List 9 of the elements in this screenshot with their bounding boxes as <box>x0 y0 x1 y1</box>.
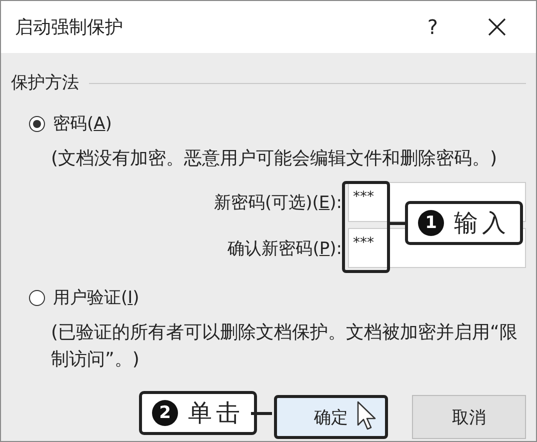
callout-text: 单击 <box>188 398 244 429</box>
step-number-badge: 2 <box>152 400 178 426</box>
window-title: 启动强制保护 <box>15 16 124 39</box>
field-label: 确认新密码(P): <box>228 238 342 260</box>
step-number-badge: 1 <box>418 210 444 236</box>
field-label: 新密码(可选)(E): <box>214 192 342 214</box>
section-title: 保护方法 <box>11 72 79 94</box>
description-text: (文档没有加密。恶意用户可能会编辑文件和删除密码。) <box>51 147 498 171</box>
description-text: (已验证的所有者可以删除文档保护。文档被加密并启用“限制访问”。) <box>51 321 518 372</box>
